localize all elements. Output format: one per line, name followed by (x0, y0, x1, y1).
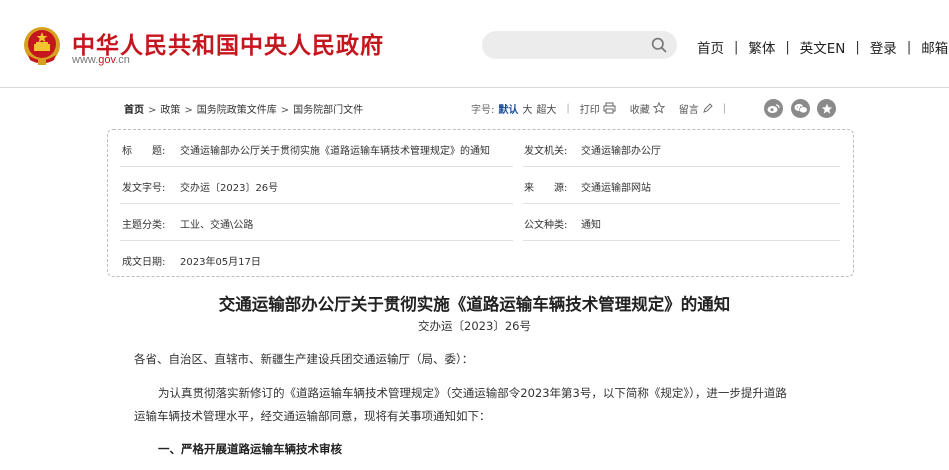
favorite-label: 收藏 (629, 104, 650, 116)
wechat-icon[interactable] (791, 99, 810, 118)
national-emblem-icon[interactable] (22, 25, 62, 67)
article-title: 交通运输部办公厅关于贯彻实施《道路运输车辆技术管理规定》的通知 (218, 295, 731, 314)
toolbar-divider: | (722, 102, 727, 114)
search-box[interactable] (482, 31, 677, 59)
nav-separator: | (855, 39, 860, 55)
star-icon[interactable] (817, 99, 836, 118)
font-size-large[interactable]: 大 (522, 101, 532, 116)
printer-icon (603, 102, 616, 114)
breadcrumb-separator: > (280, 105, 290, 116)
issuer-key: 发文机关: (524, 146, 568, 157)
weibo-icon[interactable] (764, 99, 783, 118)
breadcrumb-policy-library[interactable]: 国务院政策文件库 (197, 105, 277, 116)
title-value: 交通运输部办公厅关于贯彻实施《道路运输车辆技术管理规定》的通知 (180, 146, 490, 157)
search-input[interactable] (496, 36, 646, 54)
article-salutation: 各省、自治区、直辖市、新疆生产建设兵团交通运输厅（局、委）： (134, 352, 474, 366)
star-outline-icon (652, 102, 665, 114)
document-info-box: 标 题: 交通运输部办公厅关于贯彻实施《道路运输车辆技术管理规定》的通知 发文机… (107, 129, 854, 277)
font-size-label: 字号: (471, 104, 495, 116)
font-size-xlarge[interactable]: 超大 (536, 101, 556, 116)
font-size-default[interactable]: 默认 (498, 101, 518, 116)
search-icon[interactable] (651, 37, 667, 53)
site-url: www.gov.cn (72, 54, 130, 66)
breadcrumb: 首页 > 政策 > 国务院政策文件库 > 国务院部门文件 (124, 101, 363, 116)
comment-button[interactable]: 留言 (679, 101, 713, 116)
breadcrumb-policy[interactable]: 政策 (160, 105, 180, 116)
comment-label: 留言 (678, 104, 699, 116)
breadcrumb-separator: > (184, 105, 193, 116)
category-key: 主题分类: (122, 220, 166, 231)
toolbar-divider: | (566, 102, 570, 114)
date-value: 2023年05月17日 (180, 257, 261, 268)
pen-icon (703, 102, 713, 113)
article-section-heading: 一、严格开展道路运输车辆技术审核 (158, 442, 342, 456)
nav-traditional[interactable]: 繁体 (748, 37, 775, 57)
nav-mail[interactable]: 邮箱 (921, 37, 948, 57)
top-nav: 首页 | 繁体 | 英文EN | 登录 | 邮箱 (697, 37, 948, 58)
doctype-key: 公文种类: (524, 220, 568, 231)
source-key: 来 源: (524, 183, 568, 194)
nav-login[interactable]: 登录 (870, 37, 897, 57)
article-paragraph-line: 为认真贯彻落实新修订的《道路运输车辆技术管理规定》（交通运输部令2023年第3号… (158, 386, 787, 400)
info-row-docno: 发文字号: 交办运〔2023〕26号 来 源: 交通运输部网站 (120, 167, 840, 204)
docno-value: 交办运〔2023〕26号 (180, 183, 279, 194)
source-value: 交通运输部网站 (581, 183, 651, 194)
article-docno: 交办运〔2023〕26号 (418, 319, 531, 333)
article-toolbar: 字号: 默认 大 超大 | 打印 收藏 留言 | (471, 99, 736, 117)
nav-home[interactable]: 首页 (697, 37, 724, 57)
info-row-category: 主题分类: 工业、交通\公路 公文种类: 通知 (120, 204, 840, 241)
doctype-value: 通知 (581, 220, 601, 231)
print-label: 打印 (579, 104, 600, 116)
breadcrumb-home[interactable]: 首页 (124, 105, 144, 116)
article-paragraph-line: 运输车辆技术管理水平，经交通运输部同意，现将有关事项通知如下： (134, 409, 491, 423)
nav-english[interactable]: 英文EN (800, 37, 846, 57)
breadcrumb-dept-docs[interactable]: 国务院部门文件 (293, 105, 363, 116)
nav-separator: | (906, 39, 912, 55)
date-key: 成文日期: (122, 257, 166, 268)
nav-separator: | (785, 39, 790, 55)
issuer-value: 交通运输部办公厅 (581, 146, 661, 157)
print-button[interactable]: 打印 (580, 101, 616, 116)
category-value: 工业、交通\公路 (180, 220, 254, 231)
favorite-button[interactable]: 收藏 (630, 101, 665, 116)
info-row-date: 成文日期: 2023年05月17日 (120, 241, 840, 278)
breadcrumb-separator: > (148, 105, 157, 116)
title-key: 标 题: (122, 146, 166, 157)
site-header: 中华人民共和国中央人民政府 www.gov.cn 首页 | 繁体 | 英文EN … (0, 0, 949, 88)
docno-key: 发文字号: (122, 183, 166, 194)
nav-separator: | (734, 39, 739, 55)
info-row-title: 标 题: 交通运输部办公厅关于贯彻实施《道路运输车辆技术管理规定》的通知 发文机… (120, 130, 840, 167)
